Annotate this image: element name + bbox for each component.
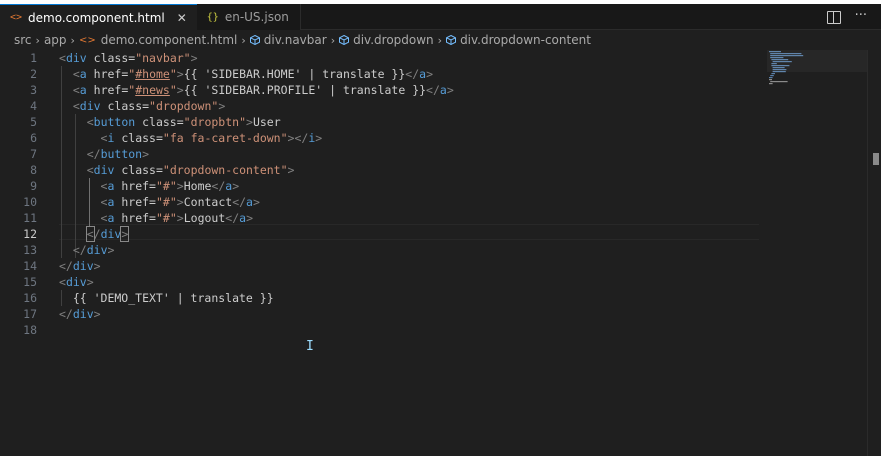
- code-line[interactable]: 9 <a href="#">Home</a>: [0, 178, 760, 194]
- code-line[interactable]: 13 </div>: [0, 242, 760, 258]
- code-text: <a href="#news">{{ 'SIDEBAR.PROFILE' | t…: [72, 83, 454, 97]
- tab-demo-component-html[interactable]: <> demo.component.html ✕: [0, 4, 197, 30]
- line-number: 7: [30, 147, 37, 161]
- code-line[interactable]: 4 <div class="dropdown">: [0, 98, 760, 114]
- code-line[interactable]: 11 <a href="#">Logout</a>: [0, 210, 760, 226]
- line-number: 2: [30, 67, 37, 81]
- code-text: </div>: [72, 243, 115, 257]
- breadcrumb-item-app[interactable]: app: [44, 33, 67, 47]
- breadcrumb-item-div-dropdown-content[interactable]: div.dropdown-content: [446, 33, 591, 47]
- code-line[interactable]: 1 <div class="navbar">: [0, 50, 760, 66]
- html-file-icon: <>: [10, 12, 23, 23]
- chevron-right-icon: ›: [35, 33, 40, 47]
- code-text: <div class="navbar">: [59, 51, 198, 65]
- minimap-line: [770, 81, 788, 83]
- chevron-right-icon: ›: [330, 33, 336, 47]
- breadcrumb-item-div-navbar[interactable]: div.navbar: [249, 33, 327, 47]
- code-line[interactable]: 6 <i class="fa fa-caret-down"></i>: [0, 130, 760, 146]
- line-number: 15: [23, 275, 37, 289]
- cube-icon: [446, 35, 457, 45]
- line-number: 12: [23, 227, 37, 241]
- minimap-line: [769, 77, 773, 79]
- code-text: <a href="#home">{{ 'SIDEBAR.HOME' | tran…: [72, 67, 434, 81]
- tab-label: demo.component.html: [28, 10, 165, 25]
- minimap-line: [771, 73, 775, 75]
- cube-icon: [249, 35, 260, 45]
- cube-icon: [339, 35, 350, 45]
- code-line[interactable]: 15 <div>: [0, 274, 760, 290]
- code-line[interactable]: 18: [0, 322, 760, 338]
- breadcrumb: src › app › <> demo.component.html › div.…: [14, 30, 591, 50]
- line-number: 18: [23, 323, 37, 337]
- line-number: 13: [23, 243, 37, 257]
- close-icon[interactable]: ✕: [177, 11, 187, 25]
- scrollbar-cursor-marker: [873, 153, 879, 165]
- line-number: 14: [23, 259, 37, 273]
- code-line[interactable]: 7 </button>: [0, 146, 760, 162]
- more-actions-icon[interactable]: ···: [855, 8, 867, 24]
- mouse-text-cursor-icon: I: [306, 339, 314, 354]
- code-line[interactable]: 2 <a href="#home">{{ 'SIDEBAR.HOME' | tr…: [0, 66, 760, 82]
- json-file-icon: {}: [206, 11, 219, 23]
- line-number: 10: [23, 195, 37, 209]
- code-editor[interactable]: 1 <div class="navbar"> 2 <a href="#home">{…: [0, 50, 881, 456]
- line-number: 16: [23, 291, 37, 305]
- code-text: </div>: [59, 307, 101, 321]
- line-number: 9: [30, 179, 37, 193]
- html-file-icon: <>: [78, 34, 96, 46]
- breadcrumb-item-div-dropdown[interactable]: div.dropdown: [339, 33, 434, 47]
- tab-bar-empty-area: ···: [300, 4, 881, 30]
- split-editor-icon[interactable]: [826, 11, 841, 24]
- chevron-right-icon: ›: [241, 33, 246, 47]
- code-text: <div>: [59, 275, 94, 289]
- code-line[interactable]: 12 </div>: [0, 226, 760, 242]
- code-line[interactable]: 10 <a href="#">Contact</a>: [0, 194, 760, 210]
- code-text: <div class="dropdown">: [72, 99, 226, 113]
- tab-label: en-US.json: [224, 10, 289, 24]
- chevron-right-icon: ›: [70, 33, 75, 47]
- code-text: <a href="#">Contact</a>: [100, 195, 260, 209]
- line-number: 6: [30, 131, 37, 145]
- breadcrumb-item-src[interactable]: src: [14, 33, 32, 47]
- minimap-line: [769, 79, 772, 81]
- code-text: </div>: [85, 226, 130, 242]
- code-text: <div class="dropdown-content">: [86, 163, 295, 177]
- line-number: 4: [30, 99, 37, 113]
- editor-tab-bar: <> demo.component.html ✕ {} en-US.json ·…: [0, 4, 881, 30]
- code-line[interactable]: 17 </div>: [0, 306, 760, 322]
- code-text: <a href="#">Logout</a>: [100, 211, 253, 225]
- breadcrumb-item-file[interactable]: <> demo.component.html: [79, 33, 237, 47]
- tab-en-us-json[interactable]: {} en-US.json: [196, 4, 301, 30]
- minimap[interactable]: [767, 50, 867, 90]
- code-line[interactable]: 8 <div class="dropdown-content">: [0, 162, 760, 178]
- code-text: <a href="#">Home</a>: [100, 179, 240, 193]
- line-number: 17: [23, 307, 37, 321]
- code-text: <button class="dropbtn">User: [86, 115, 281, 129]
- code-text: {{ 'DEMO_TEXT' | translate }}: [59, 291, 274, 305]
- line-number: 11: [23, 211, 37, 225]
- line-number: 5: [30, 115, 37, 129]
- code-text: </button>: [86, 147, 150, 161]
- line-number: 1: [30, 51, 37, 65]
- chevron-right-icon: ›: [437, 33, 443, 47]
- minimap-line: [770, 75, 774, 77]
- minimap-line: [769, 83, 773, 85]
- minimap-slider[interactable]: [767, 50, 867, 72]
- code-line[interactable]: 16 {{ 'DEMO_TEXT' | translate }}: [0, 290, 760, 306]
- code-text: <i class="fa fa-caret-down"></i>: [100, 131, 323, 145]
- vertical-scrollbar[interactable]: [867, 50, 881, 456]
- code-line[interactable]: 5 <button class="dropbtn">User: [0, 114, 760, 130]
- code-text: </div>: [59, 259, 101, 273]
- line-number: 3: [30, 83, 37, 97]
- code-line[interactable]: 14 </div>: [0, 258, 760, 274]
- code-line[interactable]: 3 <a href="#news">{{ 'SIDEBAR.PROFILE' |…: [0, 82, 760, 98]
- line-number: 8: [30, 163, 37, 177]
